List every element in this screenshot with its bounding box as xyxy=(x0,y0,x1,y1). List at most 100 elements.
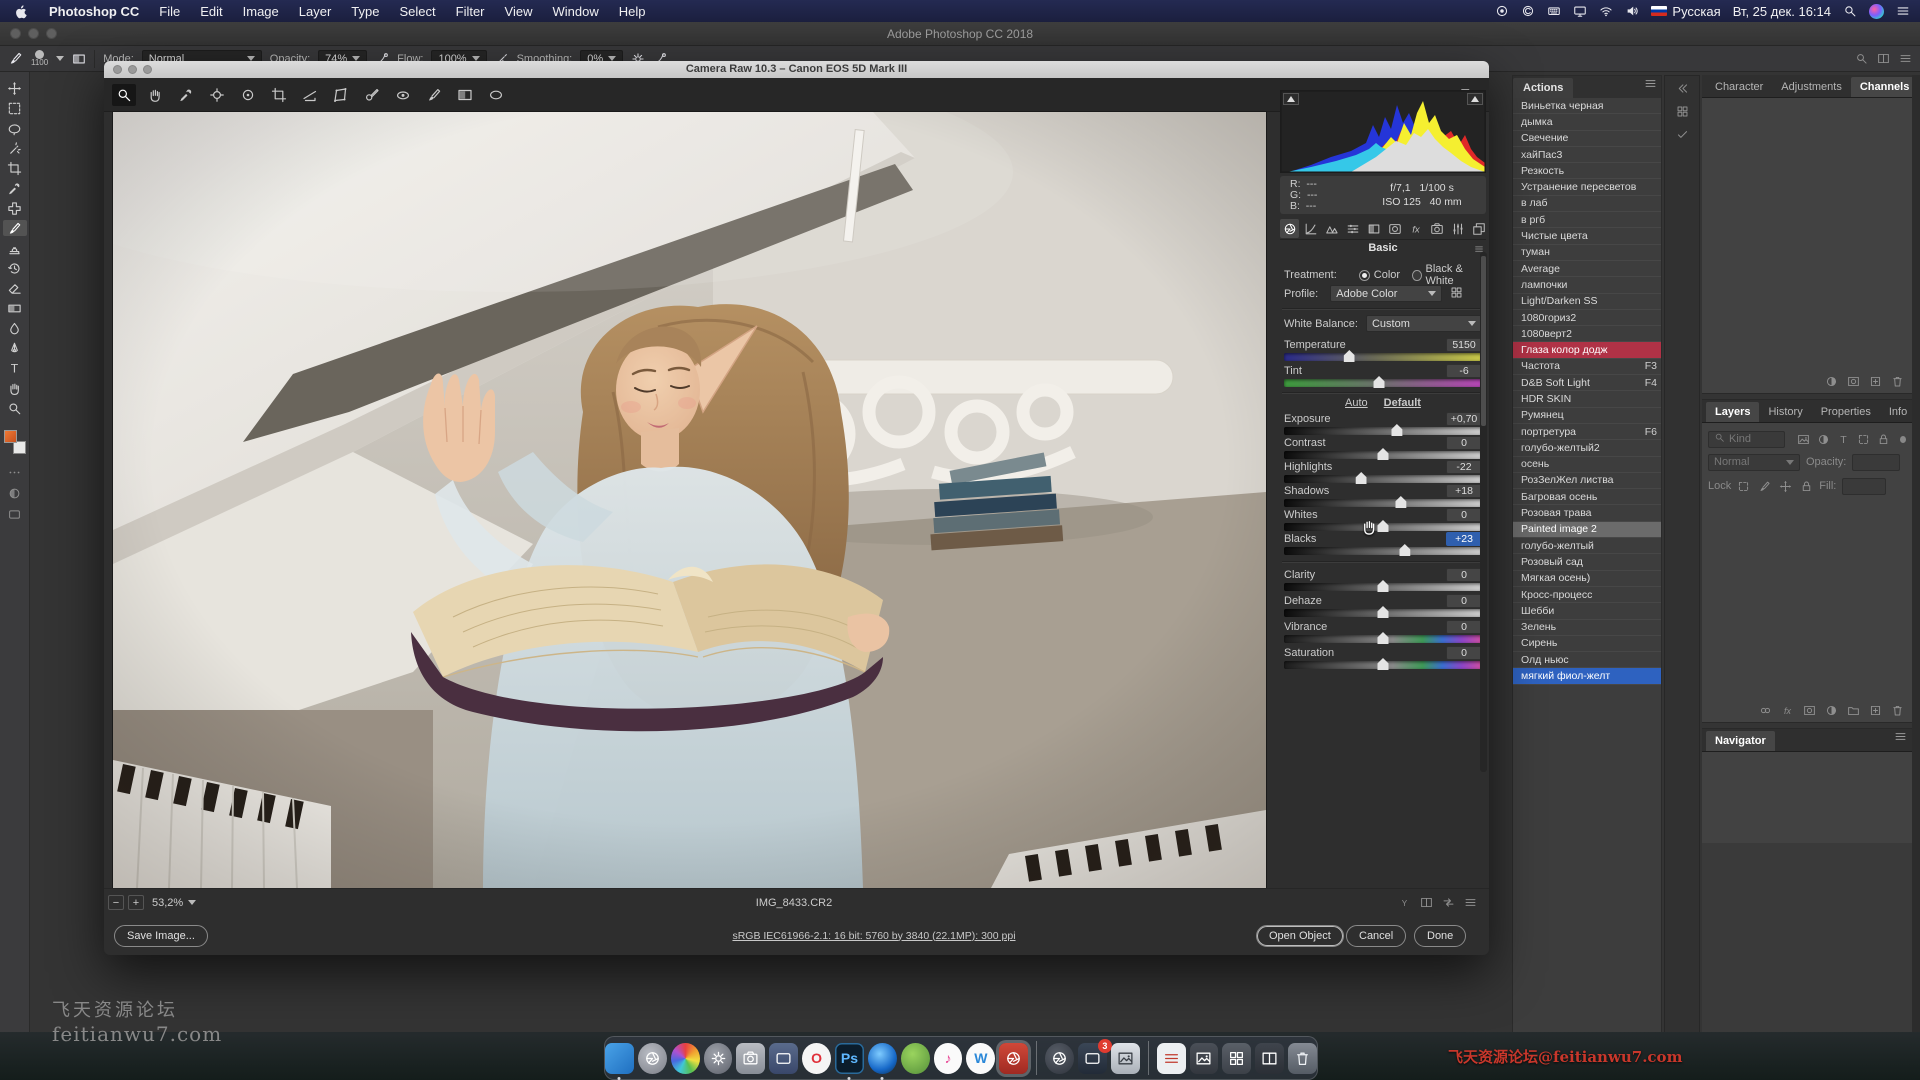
action-item[interactable]: Багровая осень xyxy=(1513,489,1661,505)
cr-tab-split[interactable] xyxy=(1364,219,1383,238)
action-item[interactable]: мягкий фиол-желт xyxy=(1513,668,1661,684)
action-item[interactable]: дымка xyxy=(1513,114,1661,130)
bracketsq-icon[interactable] xyxy=(1857,433,1870,446)
dock-itunes[interactable]: ♪ xyxy=(934,1043,963,1074)
dock-photoshop[interactable]: Ps xyxy=(835,1043,864,1074)
basic-panel-header[interactable]: Basic xyxy=(1280,242,1486,257)
slider-thumb[interactable] xyxy=(1391,424,1402,436)
cr-tool-hand[interactable] xyxy=(143,84,167,106)
slider-value[interactable]: 0 xyxy=(1446,594,1482,608)
action-item[interactable]: РозЗелЖел листва xyxy=(1513,473,1661,489)
cr-tab-aperture[interactable] xyxy=(1280,219,1299,238)
tool-pen[interactable] xyxy=(3,340,27,356)
menu-edit[interactable]: Edit xyxy=(190,4,232,19)
histogram[interactable] xyxy=(1280,90,1486,173)
action-item[interactable]: D&B Soft LightF4 xyxy=(1513,375,1661,391)
tool-stamp[interactable] xyxy=(3,240,27,256)
tab-layers[interactable]: Layers xyxy=(1706,402,1759,422)
action-item[interactable]: Розовая трава xyxy=(1513,505,1661,521)
profile-select[interactable]: Adobe Color xyxy=(1330,285,1442,302)
panel-scrollbar[interactable] xyxy=(1480,252,1487,772)
chevrons2-icon[interactable] xyxy=(1676,82,1689,95)
notification-center-icon[interactable] xyxy=(1896,4,1910,18)
cr-tab-fx[interactable]: fx xyxy=(1406,219,1425,238)
dock-trash[interactable] xyxy=(1288,1043,1317,1074)
move-icon[interactable] xyxy=(1779,480,1792,493)
slider-thumb[interactable] xyxy=(1374,376,1385,388)
dock-finder[interactable] xyxy=(605,1043,634,1074)
slider-value[interactable]: 0 xyxy=(1446,646,1482,660)
splitview-icon[interactable] xyxy=(1420,896,1433,909)
chain-icon[interactable] xyxy=(1759,704,1772,717)
ps-close-button[interactable] xyxy=(10,28,21,39)
record-icon[interactable] xyxy=(1495,4,1509,18)
slider-value[interactable]: +18 xyxy=(1446,484,1482,498)
tool-type[interactable]: T xyxy=(3,360,27,376)
action-item[interactable]: Шебби xyxy=(1513,603,1661,619)
tab-channels[interactable]: Channels xyxy=(1851,77,1919,97)
save-image-button[interactable]: Save Image... xyxy=(114,925,208,947)
action-item[interactable]: Кросс-процесс xyxy=(1513,587,1661,603)
kbd-icon[interactable] xyxy=(1547,4,1561,18)
wb-select[interactable]: Custom xyxy=(1366,315,1482,332)
navigator-menu-icon[interactable] xyxy=(1889,730,1912,751)
slider-value[interactable]: 5150 xyxy=(1446,338,1482,352)
dock-doc-image[interactable] xyxy=(1190,1043,1219,1074)
action-item[interactable]: голубо-желтый xyxy=(1513,538,1661,554)
menu-type[interactable]: Type xyxy=(341,4,389,19)
apple-menu-icon[interactable] xyxy=(0,4,39,19)
actions-menu-icon[interactable] xyxy=(1640,77,1661,98)
mask-icon[interactable] xyxy=(1847,375,1860,388)
cr-tool-redeye[interactable] xyxy=(391,84,415,106)
ytoggle-icon[interactable]: Y xyxy=(1398,896,1411,909)
action-item[interactable]: Виньетка черная xyxy=(1513,98,1661,114)
newlayer-icon[interactable] xyxy=(1869,704,1882,717)
menu-file[interactable]: File xyxy=(149,4,190,19)
layer-fill-value[interactable] xyxy=(1842,478,1886,495)
menu-help[interactable]: Help xyxy=(609,4,656,19)
dock-system-preferences[interactable] xyxy=(704,1043,733,1074)
menu-layer[interactable]: Layer xyxy=(289,4,342,19)
action-item[interactable]: HDR SKIN xyxy=(1513,391,1661,407)
slider-track[interactable] xyxy=(1284,353,1482,361)
slider-track[interactable] xyxy=(1284,427,1482,435)
slider-thumb[interactable] xyxy=(1399,544,1410,556)
dock-monitor-capture[interactable]: 3 xyxy=(1078,1043,1107,1074)
zoom-out-button[interactable]: − xyxy=(108,895,124,910)
slider-thumb[interactable] xyxy=(1356,472,1367,484)
dock-screen-sharing[interactable] xyxy=(769,1043,798,1074)
tool-wand[interactable] xyxy=(3,140,27,156)
action-item[interactable]: Розовый сад xyxy=(1513,554,1661,570)
cr-zoom-button[interactable] xyxy=(143,65,152,74)
slider-value[interactable]: -6 xyxy=(1446,364,1482,378)
blend-mode-select[interactable]: Normal xyxy=(1708,454,1800,471)
cr-tab-presets[interactable] xyxy=(1448,219,1467,238)
tool-brush-active[interactable] xyxy=(3,220,27,236)
tab-history[interactable]: History xyxy=(1759,402,1811,422)
tool-gradient[interactable] xyxy=(3,300,27,316)
slider-thumb[interactable] xyxy=(1344,350,1355,362)
cr-tool-radial[interactable] xyxy=(484,84,508,106)
dock-photos[interactable] xyxy=(671,1043,700,1074)
tool-lasso[interactable] xyxy=(3,120,27,136)
profile-browser-icon[interactable] xyxy=(1450,286,1463,302)
menu-view[interactable]: View xyxy=(495,4,543,19)
done-button[interactable]: Done xyxy=(1414,925,1466,947)
slider-value[interactable]: 0 xyxy=(1446,508,1482,522)
cr-tab-snapshots[interactable] xyxy=(1469,219,1488,238)
spotlight-icon[interactable] xyxy=(1843,4,1857,18)
dock-green-app[interactable] xyxy=(901,1043,930,1074)
dock-wunder-app[interactable]: W xyxy=(966,1043,995,1074)
action-item[interactable]: Свечение xyxy=(1513,131,1661,147)
action-item[interactable]: Румянец xyxy=(1513,408,1661,424)
action-item[interactable]: 1080верт2 xyxy=(1513,326,1661,342)
action-item[interactable]: 1080гориз2 xyxy=(1513,310,1661,326)
collapse-icons[interactable] xyxy=(1676,82,1689,141)
dock-opera[interactable]: O xyxy=(802,1043,831,1074)
arrowsLR-icon[interactable] xyxy=(1442,896,1455,909)
trashcan-icon[interactable] xyxy=(1891,375,1904,388)
cr-tool-target[interactable] xyxy=(236,84,260,106)
dock-doc-window[interactable] xyxy=(1255,1043,1284,1074)
cr-tool-magnifier[interactable] xyxy=(112,84,136,106)
highlight-clip-toggle[interactable] xyxy=(1467,93,1483,105)
